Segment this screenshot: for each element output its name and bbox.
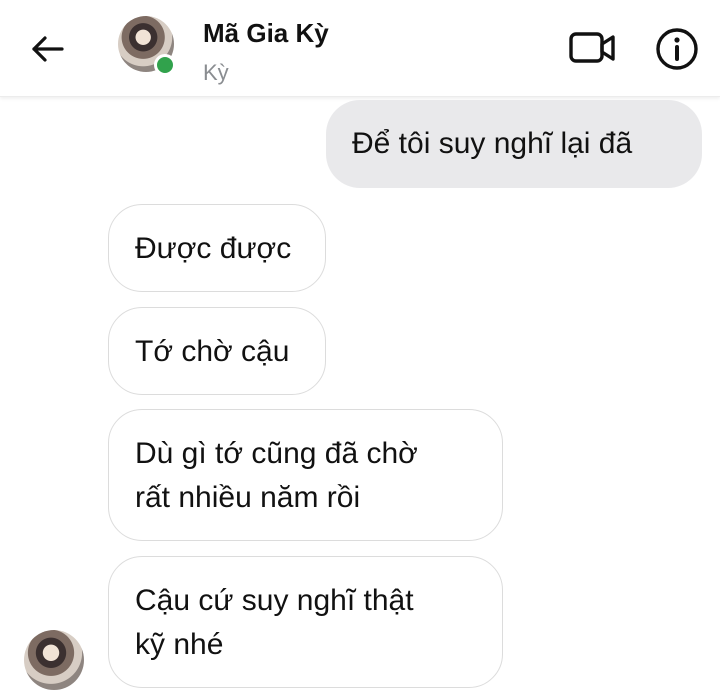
back-arrow-icon xyxy=(32,36,64,62)
message-text: Để tôi suy nghĩ lại đã xyxy=(352,127,633,160)
message-text: Tớ chờ cậu xyxy=(135,335,290,368)
back-button[interactable] xyxy=(28,30,66,68)
info-icon xyxy=(656,28,698,70)
message-text-line: rất nhiều năm rồi xyxy=(135,481,361,514)
message-bubble-incoming[interactable]: Cậu cứ suy nghĩ thật kỹ nhé xyxy=(108,556,503,688)
message-bubble-incoming[interactable]: Tớ chờ cậu xyxy=(108,307,326,395)
chat-header: Mã Gia Kỳ Kỳ xyxy=(0,0,720,97)
message-bubble-incoming[interactable]: Được được xyxy=(108,204,326,292)
online-status-dot xyxy=(154,54,176,76)
contact-nickname: Kỳ xyxy=(203,60,229,85)
message-bubble-outgoing[interactable]: Để tôi suy nghĩ lại đã xyxy=(326,100,702,188)
info-button[interactable] xyxy=(654,26,700,72)
message-text-line: kỹ nhé xyxy=(135,628,224,661)
sender-avatar[interactable] xyxy=(24,630,84,690)
message-text-line: Dù gì tớ cũng đã chờ xyxy=(135,437,418,470)
message-text: Được được xyxy=(135,232,292,265)
contact-name[interactable]: Mã Gia Kỳ xyxy=(203,18,329,49)
video-call-button[interactable] xyxy=(568,26,618,70)
message-bubble-incoming[interactable]: Dù gì tớ cũng đã chờ rất nhiều năm rồi xyxy=(108,409,503,541)
video-call-icon xyxy=(569,32,615,63)
message-text-line: Cậu cứ suy nghĩ thật xyxy=(135,584,414,617)
